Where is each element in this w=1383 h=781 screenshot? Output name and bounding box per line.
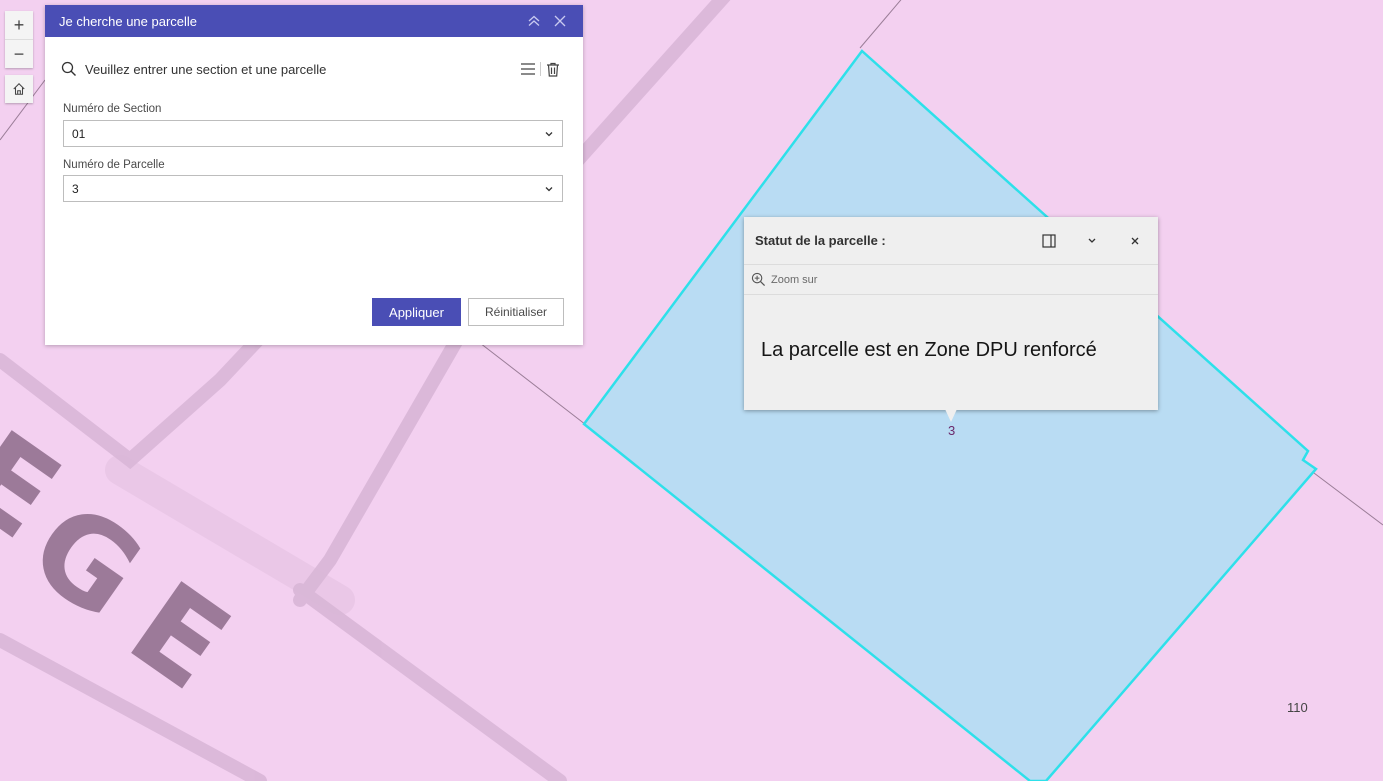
popup-pointer: [945, 409, 957, 422]
chevron-down-icon: [545, 131, 553, 136]
zoom-to-label: Zoom sur: [771, 273, 818, 286]
close-icon[interactable]: [551, 12, 569, 30]
apply-button[interactable]: Appliquer: [372, 298, 461, 326]
home-control: [5, 75, 33, 103]
dock-icon[interactable]: [1038, 230, 1060, 252]
widget-title: Je cherche une parcelle: [59, 13, 198, 29]
popup-title: Statut de la parcelle :: [755, 233, 886, 248]
toolbar-divider: [540, 62, 541, 76]
parcel-select-value: 3: [72, 181, 79, 196]
section-select[interactable]: 01: [63, 120, 563, 147]
home-button[interactable]: [5, 75, 33, 103]
parcel-select[interactable]: 3: [63, 175, 563, 202]
parcel-status-popup: Statut de la parcelle : Zoom sur La parc…: [744, 217, 1158, 410]
collapse-icon[interactable]: [525, 12, 543, 30]
popup-header: Statut de la parcelle :: [744, 217, 1158, 265]
parcel-number-label: 3: [948, 423, 956, 438]
zoom-controls: + −: [5, 11, 33, 68]
section-field-label: Numéro de Section: [63, 103, 162, 115]
chevron-down-icon[interactable]: [1081, 230, 1103, 252]
trash-icon[interactable]: [543, 59, 563, 79]
search-prompt-row: Veuillez entrer une section et une parce…: [61, 57, 563, 81]
zoom-out-button[interactable]: −: [5, 39, 33, 68]
popup-content: La parcelle est en Zone DPU renforcé: [761, 339, 1097, 361]
home-icon: [13, 83, 25, 95]
map-corner-number: 110: [1287, 700, 1308, 715]
zoom-in-icon: [751, 272, 766, 287]
zoom-to-action[interactable]: Zoom sur: [751, 272, 817, 287]
reset-button[interactable]: Réinitialiser: [468, 298, 564, 326]
widget-header: Je cherche une parcelle: [45, 5, 583, 37]
zoom-in-button[interactable]: +: [5, 11, 33, 39]
parcel-field-label: Numéro de Parcelle: [63, 159, 165, 171]
chevron-down-icon: [545, 186, 553, 191]
search-icon: [61, 61, 76, 76]
section-select-value: 01: [72, 126, 86, 141]
list-icon[interactable]: [518, 59, 538, 79]
close-icon[interactable]: [1124, 230, 1146, 252]
popup-actions: Zoom sur: [744, 265, 1158, 295]
search-prompt-text: Veuillez entrer une section et une parce…: [85, 61, 327, 77]
parcel-search-widget: Je cherche une parcelle Veuillez entrer …: [45, 5, 583, 345]
